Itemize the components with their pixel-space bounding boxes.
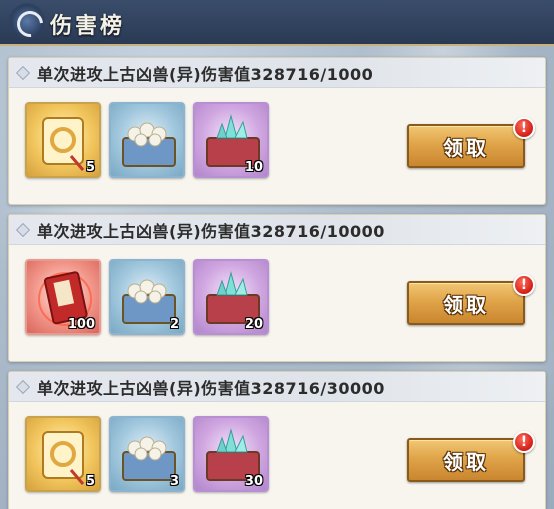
reward-item-scroll[interactable]: 5	[25, 102, 101, 178]
claim-button[interactable]: 领取	[407, 281, 525, 325]
reward-item-pearl-chest[interactable]: 2	[109, 259, 185, 335]
reward-items: 5 10	[25, 102, 269, 178]
item-count: 30	[244, 474, 263, 489]
alert-badge-icon: !	[513, 274, 535, 296]
reward-item-red-book[interactable]: 100	[25, 259, 101, 335]
diamond-icon	[15, 379, 31, 394]
item-count: 100	[67, 317, 95, 332]
diamond-icon	[15, 65, 31, 80]
item-count: 5	[85, 474, 95, 489]
moon-emblem-icon	[8, 2, 46, 40]
reward-item-jade-chest[interactable]: 20	[193, 259, 269, 335]
card-title: 单次进攻上古凶兽(异)伤害值328716/30000	[37, 378, 385, 398]
alert-badge-icon: !	[513, 431, 535, 453]
reward-item-scroll[interactable]: 5	[25, 416, 101, 492]
alert-badge-icon: !	[513, 117, 535, 139]
pearl-chest-icon	[122, 122, 176, 167]
reward-card: 单次进攻上古凶兽(异)伤害值328716/1000 5 10 领取 !	[8, 57, 546, 205]
claim-button[interactable]: 领取	[407, 438, 525, 482]
card-title: 单次进攻上古凶兽(异)伤害值328716/1000	[37, 64, 374, 84]
page-title: 伤害榜	[50, 14, 126, 39]
reward-item-pearl-chest[interactable]	[109, 102, 185, 178]
item-count: 2	[169, 317, 179, 332]
item-count: 10	[244, 160, 263, 175]
reward-card: 单次进攻上古凶兽(异)伤害值328716/10000 100 2 20 领取 !	[8, 214, 546, 362]
item-count: 20	[244, 317, 263, 332]
reward-items: 5 3 30	[25, 416, 269, 492]
reward-item-jade-chest[interactable]: 10	[193, 102, 269, 178]
reward-item-pearl-chest[interactable]: 3	[109, 416, 185, 492]
reward-item-jade-chest[interactable]: 30	[193, 416, 269, 492]
header-bar: 伤害榜	[0, 0, 554, 46]
card-header: 单次进攻上古凶兽(异)伤害值328716/30000	[9, 372, 545, 402]
card-header: 单次进攻上古凶兽(异)伤害值328716/10000	[9, 215, 545, 245]
item-count: 3	[169, 474, 179, 489]
card-header: 单次进攻上古凶兽(异)伤害值328716/1000	[9, 58, 545, 88]
diamond-icon	[15, 222, 31, 237]
claim-button[interactable]: 领取	[407, 124, 525, 168]
reward-card: 单次进攻上古凶兽(异)伤害值328716/30000 5 3 30 领取 !	[8, 371, 546, 509]
card-title: 单次进攻上古凶兽(异)伤害值328716/10000	[37, 221, 385, 241]
item-count: 5	[85, 160, 95, 175]
reward-items: 100 2 20	[25, 259, 269, 335]
